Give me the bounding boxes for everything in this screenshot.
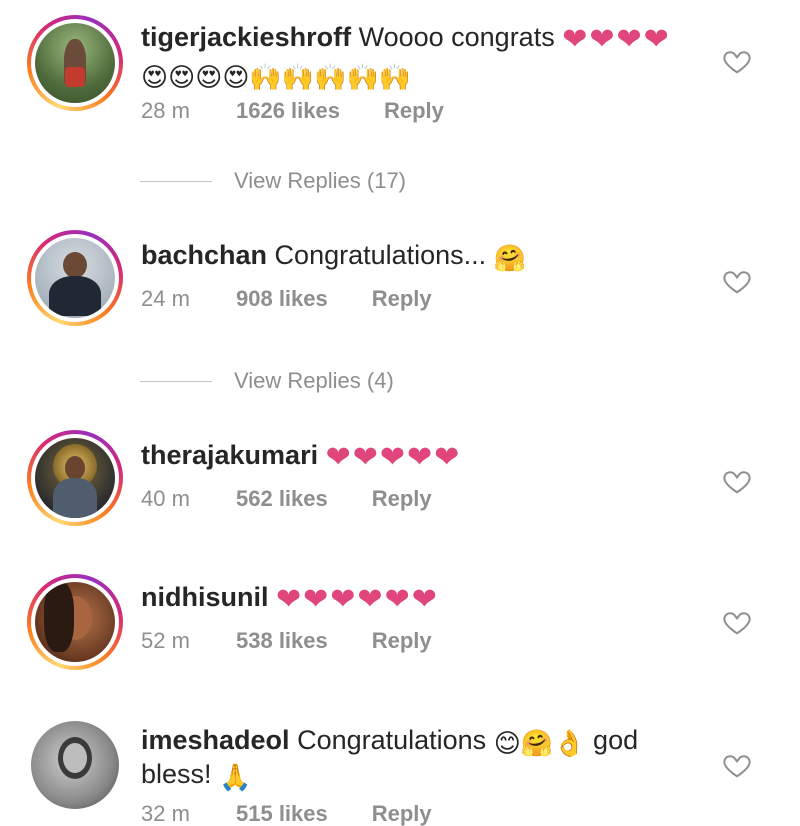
comment-meta: 52 m 538 likes Reply xyxy=(141,628,432,654)
like-heart-icon[interactable] xyxy=(722,750,752,780)
username[interactable]: tigerjackieshroff xyxy=(141,22,351,52)
like-heart-icon[interactable] xyxy=(722,466,752,496)
like-heart-icon[interactable] xyxy=(722,266,752,296)
view-replies-button[interactable]: View Replies (17) xyxy=(140,168,406,194)
timestamp: 28 m xyxy=(141,98,190,123)
username[interactable]: imeshadeol xyxy=(141,725,290,755)
likes-count[interactable]: 1626 likes xyxy=(236,98,340,124)
username[interactable]: bachchan xyxy=(141,240,267,270)
reply-button[interactable]: Reply xyxy=(372,628,432,654)
emoji-row: 😍😍😍😍🙌🙌🙌🙌🙌 xyxy=(141,62,412,92)
comment-meta: 32 m 515 likes Reply xyxy=(141,801,432,826)
username[interactable]: nidhisunil xyxy=(141,582,269,612)
likes-count[interactable]: 908 likes xyxy=(236,286,328,312)
comment-meta: 40 m 562 likes Reply xyxy=(141,486,432,512)
reply-button[interactable]: Reply xyxy=(372,486,432,512)
comment-text: imeshadeol Congratulations 😊🤗👌 god bless… xyxy=(141,725,639,792)
comment-text: therajakumari ❤❤❤❤❤ xyxy=(141,438,701,475)
timestamp: 32 m xyxy=(141,801,190,826)
view-replies-button[interactable]: View Replies (4) xyxy=(140,368,394,394)
heart-emojis: ❤❤❤❤❤ xyxy=(325,441,462,474)
comment-meta: 24 m 908 likes Reply xyxy=(141,286,432,312)
likes-count[interactable]: 515 likes xyxy=(236,801,328,826)
reply-button[interactable]: Reply xyxy=(384,98,444,124)
reply-button[interactable]: Reply xyxy=(372,286,432,312)
avatar[interactable] xyxy=(27,15,123,111)
likes-count[interactable]: 538 likes xyxy=(236,628,328,654)
hugging-emoji: 🤗 xyxy=(493,243,527,273)
divider-line xyxy=(140,180,212,182)
divider-line xyxy=(140,380,212,382)
comment-meta: 28 m 1626 likes Reply xyxy=(141,98,444,124)
avatar[interactable] xyxy=(27,574,123,670)
username[interactable]: therajakumari xyxy=(141,440,318,470)
comment-text: nidhisunil ❤❤❤❤❤❤ xyxy=(141,580,701,617)
avatar[interactable] xyxy=(27,230,123,326)
timestamp: 24 m xyxy=(141,286,190,311)
avatar[interactable] xyxy=(31,721,119,809)
pray-emoji: 🙏 xyxy=(219,762,252,792)
comment-text: tigerjackieshroff Woooo congrats ❤❤❤❤ 😍😍… xyxy=(141,22,671,92)
heart-emojis: ❤❤❤❤❤❤ xyxy=(276,583,439,616)
likes-count[interactable]: 562 likes xyxy=(236,486,328,512)
avatar[interactable] xyxy=(27,430,123,526)
timestamp: 52 m xyxy=(141,628,190,653)
timestamp: 40 m xyxy=(141,486,190,511)
emoji-group: 😊🤗👌 xyxy=(493,728,586,758)
like-heart-icon[interactable] xyxy=(722,607,752,637)
comment-text: bachchan Congratulations... 🤗 xyxy=(141,240,527,273)
like-heart-icon[interactable] xyxy=(722,46,752,76)
reply-button[interactable]: Reply xyxy=(372,801,432,826)
heart-emojis: ❤❤❤❤ xyxy=(562,23,671,56)
